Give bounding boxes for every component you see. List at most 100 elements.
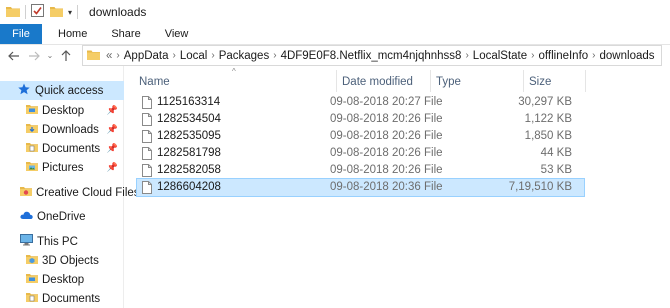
table-row[interactable]: 1282582058 09-08-2018 20:26 File 53 KB: [137, 162, 584, 179]
toolbar-divider: [77, 5, 79, 19]
sidebar-item-3d-objects[interactable]: 3D Objects: [0, 251, 124, 270]
file-name: 1282581798: [157, 147, 221, 159]
breadcrumb-appdata[interactable]: AppData: [124, 50, 169, 62]
sidebar-item-this-pc[interactable]: This PC: [0, 232, 124, 251]
chevron-right-icon[interactable]: ›: [116, 50, 119, 61]
ribbon-tabs: File Home Share View: [0, 24, 670, 45]
chevron-right-icon[interactable]: ›: [531, 50, 534, 61]
navigation-bar: ⌄ « › AppData › Local › Packages › 4DF9E…: [0, 45, 670, 66]
breadcrumb-localstate[interactable]: LocalState: [473, 50, 527, 62]
file-name: 1286604208: [157, 181, 221, 193]
sidebar-item-label: Documents: [42, 292, 101, 305]
up-arrow-icon[interactable]: [56, 45, 76, 66]
file-date-modified: 09-08-2018 20:36: [330, 181, 421, 193]
breadcrumb-local[interactable]: Local: [180, 50, 208, 62]
breadcrumb-downloads[interactable]: downloads: [600, 50, 655, 62]
sidebar-item-desktop-pc[interactable]: Desktop: [0, 270, 124, 289]
address-bar[interactable]: « › AppData › Local › Packages › 4DF9E0F…: [82, 45, 662, 66]
back-arrow-icon[interactable]: [4, 45, 24, 66]
sidebar-item-label: Pictures: [42, 161, 84, 174]
pin-icon[interactable]: 📌: [107, 143, 118, 154]
documents-folder-icon: [26, 291, 38, 306]
column-header-name[interactable]: Name: [139, 73, 170, 91]
recent-locations-chevron-icon[interactable]: ⌄: [44, 45, 56, 66]
sidebar-item-pictures[interactable]: Pictures 📌: [0, 158, 124, 177]
file-size: 1,850 KB: [524, 130, 572, 142]
breadcrumb-offlineinfo[interactable]: offlineInfo: [539, 50, 589, 62]
chevron-right-icon[interactable]: ›: [173, 50, 176, 61]
tab-home[interactable]: Home: [46, 24, 99, 44]
file-icon: [142, 181, 152, 197]
pictures-folder-icon: [26, 160, 38, 175]
tab-file[interactable]: File: [0, 24, 42, 44]
file-type: File: [424, 147, 443, 159]
chevron-right-icon[interactable]: ›: [273, 50, 276, 61]
column-header-size[interactable]: Size: [529, 73, 551, 91]
sidebar-item-documents[interactable]: Documents 📌: [0, 139, 124, 158]
sidebar-item-label: Downloads: [42, 123, 99, 136]
file-date-modified: 09-08-2018 20:26: [330, 164, 421, 176]
pin-icon[interactable]: 📌: [107, 162, 118, 173]
sidebar-item-label: Desktop: [42, 104, 85, 117]
forward-arrow-icon[interactable]: [24, 45, 44, 66]
properties-check-icon[interactable]: [31, 4, 44, 20]
new-folder-icon[interactable]: [50, 5, 63, 20]
file-size: 7,19,510 KB: [508, 181, 572, 193]
pin-icon[interactable]: 📌: [107, 105, 118, 116]
file-name: 1282582058: [157, 164, 221, 176]
file-icon: [142, 164, 152, 180]
customize-quick-access-icon[interactable]: ▾: [68, 8, 72, 17]
file-icon: [142, 130, 152, 146]
sidebar-item-creative-cloud-files[interactable]: Creative Cloud Files: [0, 183, 140, 202]
column-divider[interactable]: [523, 70, 524, 92]
3d-objects-folder-icon: [26, 253, 38, 268]
pin-icon[interactable]: 📌: [107, 124, 118, 135]
star-icon: [18, 83, 30, 98]
file-date-modified: 09-08-2018 20:27: [330, 96, 421, 108]
table-row[interactable]: 1282581798 09-08-2018 20:26 File 44 KB: [137, 145, 584, 162]
breadcrumb-packages[interactable]: Packages: [219, 50, 270, 62]
table-row-selected[interactable]: 1286604208 09-08-2018 20:36 File 7,19,51…: [136, 178, 585, 197]
file-size: 53 KB: [540, 164, 572, 176]
file-type: File: [424, 181, 443, 193]
folder-icon: [87, 49, 100, 63]
chevron-right-icon[interactable]: ›: [592, 50, 595, 61]
column-divider[interactable]: [430, 70, 431, 92]
table-row[interactable]: 1282535095 09-08-2018 20:26 File 1,850 K…: [137, 128, 584, 145]
tab-view[interactable]: View: [153, 24, 201, 44]
chevron-right-icon[interactable]: ›: [465, 50, 468, 61]
file-type: File: [424, 130, 443, 142]
toolbar-divider: [25, 5, 26, 19]
file-date-modified: 09-08-2018 20:26: [330, 130, 421, 142]
sidebar-item-documents-pc[interactable]: Documents: [0, 289, 124, 308]
tab-share[interactable]: Share: [99, 24, 152, 44]
downloads-folder-icon: [26, 122, 38, 137]
file-name: 1282535095: [157, 130, 221, 142]
onedrive-icon: [20, 210, 33, 223]
sidebar-item-desktop[interactable]: Desktop 📌: [0, 101, 124, 120]
computer-icon: [20, 234, 33, 249]
sidebar-item-onedrive[interactable]: OneDrive: [0, 207, 124, 226]
column-header-date-modified[interactable]: Date modified: [342, 73, 413, 91]
sidebar-item-quick-access[interactable]: Quick access: [0, 81, 124, 100]
table-row[interactable]: 1125163314 09-08-2018 20:27 File 30,297 …: [137, 94, 584, 111]
column-divider[interactable]: [585, 70, 586, 92]
file-size: 30,297 KB: [518, 96, 572, 108]
column-divider[interactable]: [336, 70, 337, 92]
column-header-type[interactable]: Type: [436, 73, 461, 91]
sidebar-item-label: This PC: [37, 235, 78, 248]
file-size: 44 KB: [540, 147, 572, 159]
file-date-modified: 09-08-2018 20:26: [330, 147, 421, 159]
chevron-right-icon[interactable]: ›: [211, 50, 214, 61]
sort-ascending-icon: ^: [232, 67, 236, 76]
sidebar-item-label: Desktop: [42, 273, 85, 286]
breadcrumb-netflix-package[interactable]: 4DF9E0F8.Netflix_mcm4njqhnhss8: [281, 50, 462, 62]
folder-icon[interactable]: [6, 5, 20, 20]
navigation-pane: Quick access Desktop 📌 Downloads 📌 Docum…: [0, 66, 140, 308]
sidebar-item-downloads[interactable]: Downloads 📌: [0, 120, 124, 139]
address-overflow-chevron[interactable]: «: [106, 50, 112, 62]
table-row[interactable]: 1282534504 09-08-2018 20:26 File 1,122 K…: [137, 111, 584, 128]
sidebar-item-label: Quick access: [35, 84, 104, 97]
sidebar-item-label: Creative Cloud Files: [36, 186, 140, 199]
file-type: File: [424, 113, 443, 125]
